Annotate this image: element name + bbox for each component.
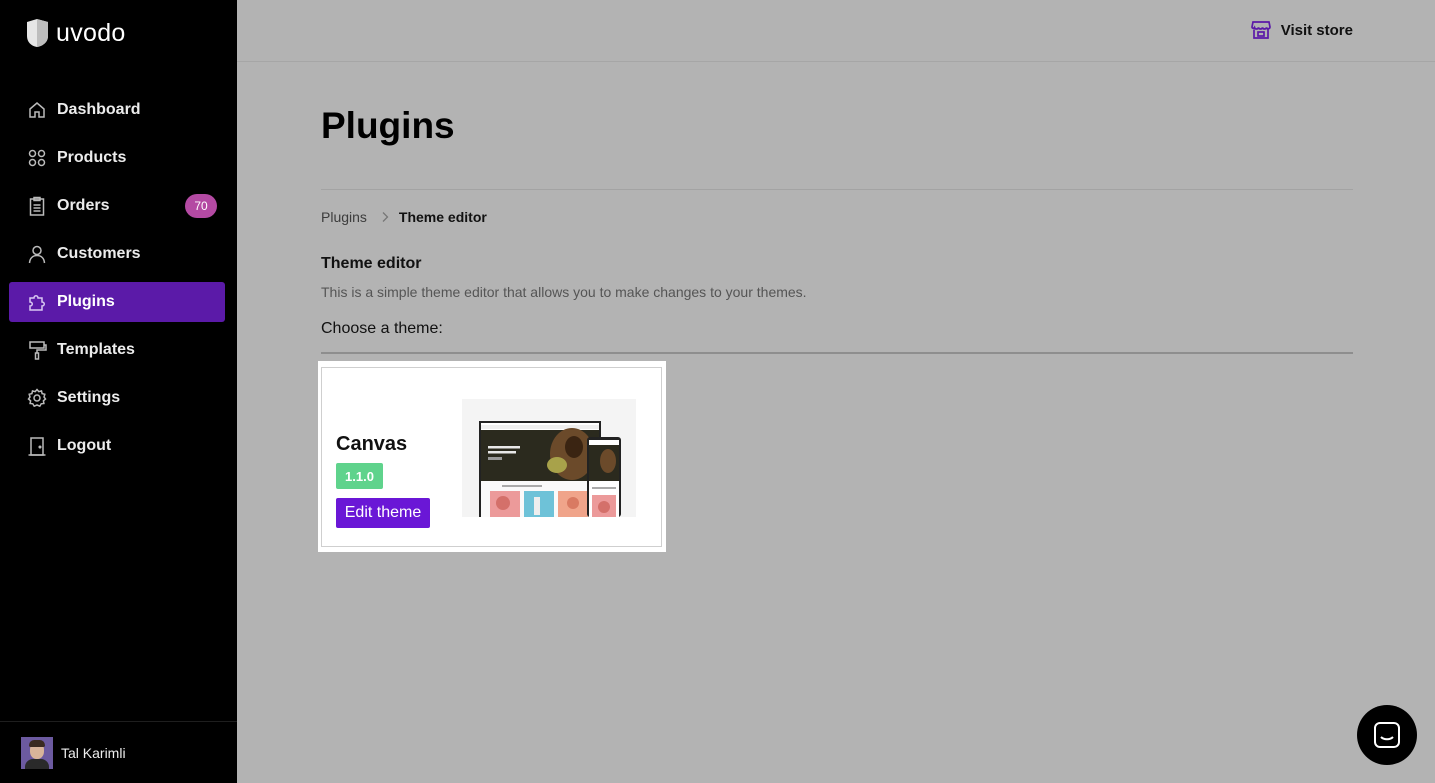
theme-card[interactable]: Canvas 1.1.0 Edit theme (321, 367, 662, 547)
nav-item-plugins[interactable]: Plugins (9, 282, 225, 322)
visit-store-label: Visit store (1280, 21, 1353, 39)
section-title: Theme editor (321, 255, 422, 272)
edit-theme-button[interactable]: Edit theme (336, 498, 430, 528)
chat-icon (1374, 722, 1400, 748)
choose-divider (321, 352, 1353, 354)
theme-preview-image (462, 399, 636, 517)
nav-label: Orders (57, 197, 110, 214)
gear-icon (26, 387, 48, 409)
visit-store-link[interactable]: Visit store (1250, 19, 1353, 41)
title-divider (321, 189, 1353, 190)
nav-label: Dashboard (57, 101, 141, 118)
nav-label: Logout (57, 437, 112, 454)
page-title: Plugins (321, 105, 455, 146)
main-nav: Dashboard Products Orders 70 Customers P… (9, 90, 225, 474)
nav-label: Customers (57, 245, 141, 262)
nav-item-dashboard[interactable]: Dashboard (9, 90, 225, 130)
door-icon (26, 435, 48, 457)
avatar (21, 736, 53, 769)
nav-item-customers[interactable]: Customers (9, 234, 225, 274)
clipboard-icon (26, 195, 48, 217)
paint-roller-icon (26, 339, 48, 361)
user-icon (26, 243, 48, 265)
section-description: This is a simple theme editor that allow… (321, 284, 807, 300)
grid-icon (26, 147, 48, 169)
choose-theme-label: Choose a theme: (321, 320, 443, 337)
nav-item-settings[interactable]: Settings (9, 378, 225, 418)
home-icon (26, 99, 48, 121)
theme-card-highlight: Canvas 1.1.0 Edit theme (318, 361, 666, 552)
user-profile[interactable]: Tal Karimli (0, 721, 237, 783)
sidebar: uvodo Dashboard Products Orders 70 Custo… (0, 0, 237, 783)
puzzle-icon (26, 291, 48, 313)
nav-item-products[interactable]: Products (9, 138, 225, 178)
brand-logo[interactable]: uvodo (25, 18, 126, 48)
nav-item-logout[interactable]: Logout (9, 426, 225, 466)
nav-label: Settings (57, 389, 121, 406)
theme-name: Canvas (336, 433, 408, 455)
nav-item-orders[interactable]: Orders 70 (9, 186, 225, 226)
nav-label: Templates (57, 341, 135, 358)
orders-count-badge: 70 (185, 194, 217, 218)
brand-name: uvodo (56, 18, 126, 47)
breadcrumb-current: Theme editor (398, 209, 487, 225)
theme-version-badge: 1.1.0 (336, 463, 383, 489)
logo-shield-icon (27, 19, 48, 47)
chat-launcher-button[interactable] (1357, 705, 1417, 765)
user-name: Tal Karimli (61, 744, 126, 761)
nav-label: Plugins (57, 293, 115, 310)
breadcrumb-plugins-link[interactable]: Plugins (321, 209, 367, 225)
chevron-right-icon (382, 212, 389, 222)
top-header: Visit store (237, 0, 1435, 62)
nav-item-templates[interactable]: Templates (9, 330, 225, 370)
store-icon (1250, 21, 1271, 39)
breadcrumb: Plugins Theme editor (321, 209, 487, 225)
nav-label: Products (57, 149, 127, 166)
